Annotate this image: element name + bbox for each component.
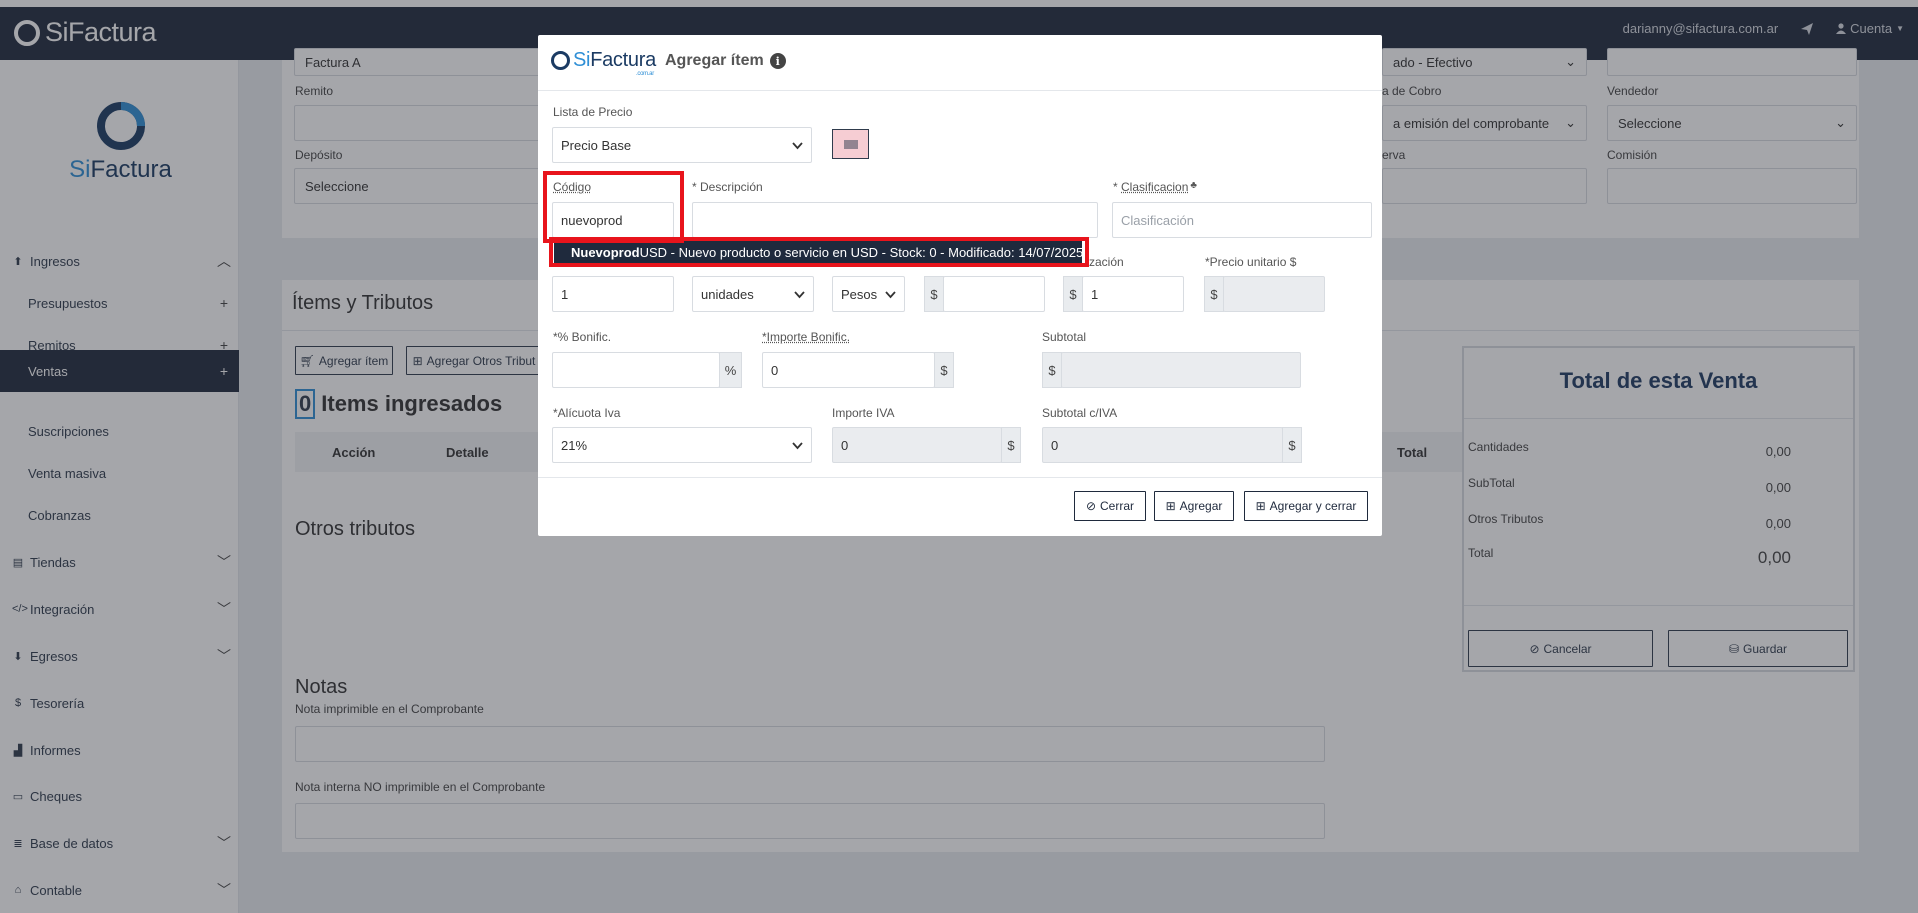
modal-title: Agregar ítem i xyxy=(665,52,786,70)
currency-addon: $ xyxy=(1282,427,1302,463)
logo-text-factura: Factura xyxy=(590,49,656,71)
select-value: Precio Base xyxy=(561,137,632,153)
modal-header: Si Factura .com.ar Agregar ítem i xyxy=(538,35,1382,91)
cotizacion-input[interactable]: 1 xyxy=(1082,276,1184,312)
barcode-button[interactable] xyxy=(832,129,869,159)
bonif-importe-input[interactable]: 0 xyxy=(762,352,935,388)
currency-addon: $ xyxy=(924,276,944,312)
button-label: Cerrar xyxy=(1100,499,1135,513)
modal-title-text: Agregar ítem xyxy=(665,52,764,69)
subtotal-iva-input[interactable]: 0 xyxy=(1042,427,1283,463)
placeholder: Clasificación xyxy=(1121,212,1194,228)
required-mark: * xyxy=(1113,180,1122,194)
clasificacion-input[interactable]: Clasificación xyxy=(1112,202,1372,238)
currency-addon: $ xyxy=(1001,427,1021,463)
subtotal-iva-label: Subtotal c/IVA xyxy=(1042,406,1118,420)
select-value: Pesos xyxy=(841,286,878,302)
agregar-item-modal: Si Factura .com.ar Agregar ítem i Lista d… xyxy=(538,35,1382,536)
percent-addon: % xyxy=(719,352,742,388)
logo-subtext: .com.ar xyxy=(636,71,654,77)
importe-iva-label: Importe IVA xyxy=(832,406,895,420)
currency-addon: $ xyxy=(1042,352,1062,388)
clasificacion-label-text: Clasificacion xyxy=(1121,180,1189,194)
ban-icon: ⊘ xyxy=(1085,499,1097,513)
cotizacion-label: zación xyxy=(1089,255,1124,269)
input-value: 0 xyxy=(841,437,849,453)
lista-precio-label: Lista de Precio xyxy=(553,105,633,119)
modal-footer xyxy=(538,477,1382,478)
chevron-down-icon xyxy=(885,291,896,299)
button-label: Agregar xyxy=(1179,499,1223,513)
agregar-button[interactable]: ⊞ Agregar xyxy=(1154,491,1234,521)
agregar-y-cerrar-button[interactable]: ⊞ Agregar y cerrar xyxy=(1244,491,1368,521)
cantidad-input[interactable]: 1 xyxy=(552,276,674,312)
plus-square-icon: ⊞ xyxy=(1255,499,1266,513)
bonif-pct-input[interactable] xyxy=(552,352,720,388)
tree-icon: ♣ xyxy=(1190,180,1197,191)
cerrar-button[interactable]: ⊘ Cerrar xyxy=(1074,491,1146,521)
costo-input[interactable] xyxy=(943,276,1045,312)
logo-ring-icon xyxy=(551,51,570,70)
descripcion-input[interactable] xyxy=(692,202,1098,238)
input-value: 1 xyxy=(1091,286,1099,302)
clasificacion-label: * Clasificacion ♣ xyxy=(1113,180,1197,194)
subtotal-input[interactable] xyxy=(1061,352,1301,388)
subtotal-label: Subtotal xyxy=(1042,330,1087,344)
bonif-importe-label: *Importe Bonific. xyxy=(762,330,851,344)
currency-addon: $ xyxy=(1063,276,1083,312)
input-value: 0 xyxy=(771,362,779,378)
info-icon[interactable]: i xyxy=(769,53,786,69)
precio-unitario-label: *Precio unitario $ xyxy=(1205,255,1297,269)
plus-square-icon: ⊞ xyxy=(1165,499,1176,513)
chevron-down-icon xyxy=(794,291,805,299)
moneda-select[interactable]: Pesos xyxy=(832,276,905,312)
chevron-down-icon xyxy=(792,142,803,150)
importe-iva-input[interactable]: 0 xyxy=(832,427,1002,463)
modal-logo: Si Factura .com.ar xyxy=(551,49,656,77)
currency-addon: $ xyxy=(1204,276,1224,312)
alicuota-select[interactable]: 21% xyxy=(552,427,812,463)
lista-precio-select[interactable]: Precio Base xyxy=(552,127,812,163)
precio-unitario-input[interactable] xyxy=(1223,276,1325,312)
alicuota-label: *Alícuota Iva xyxy=(553,406,621,420)
unidad-select[interactable]: unidades xyxy=(692,276,814,312)
logo-text-si: Si xyxy=(573,49,591,71)
select-value: 21% xyxy=(561,437,588,453)
input-value: 0 xyxy=(1051,437,1059,453)
barcode-icon xyxy=(844,139,857,149)
highlight-suggestion-box xyxy=(549,237,1089,267)
highlight-codigo-box xyxy=(543,171,684,243)
button-label: Agregar y cerrar xyxy=(1269,499,1357,513)
select-value: unidades xyxy=(701,286,754,302)
currency-addon: $ xyxy=(934,352,954,388)
input-value: 1 xyxy=(561,286,569,302)
chevron-down-icon xyxy=(792,442,803,450)
bonif-pct-label: *% Bonific. xyxy=(553,330,612,344)
descripcion-label: * Descripción xyxy=(692,180,763,194)
